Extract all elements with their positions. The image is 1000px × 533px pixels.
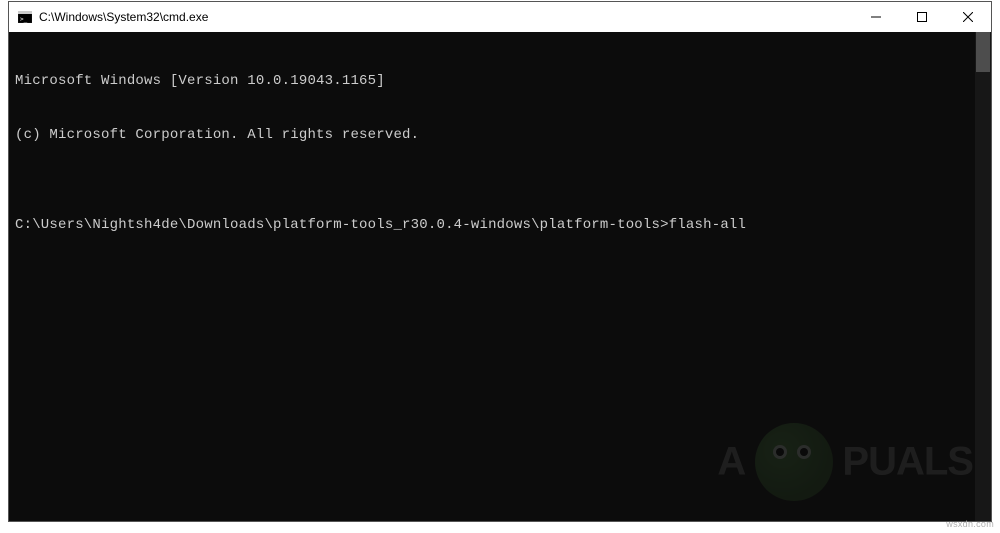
output-line: Microsoft Windows [Version 10.0.19043.11…	[15, 72, 969, 90]
cmd-window: >_ C:\Windows\System32\cmd.exe Microsoft…	[8, 1, 992, 522]
prompt-path: C:\Users\Nightsh4de\Downloads\platform-t…	[15, 217, 669, 233]
window-title: C:\Windows\System32\cmd.exe	[39, 10, 208, 24]
maximize-button[interactable]	[899, 2, 945, 32]
titlebar[interactable]: >_ C:\Windows\System32\cmd.exe	[9, 2, 991, 32]
prompt-line: C:\Users\Nightsh4de\Downloads\platform-t…	[15, 216, 969, 234]
output-line: (c) Microsoft Corporation. All rights re…	[15, 126, 969, 144]
scroll-thumb[interactable]	[976, 32, 990, 72]
command-input[interactable]: flash-all	[669, 217, 746, 233]
window-controls	[853, 2, 991, 32]
attribution-text: wsxdn.com	[946, 519, 994, 529]
svg-text:>_: >_	[20, 16, 28, 23]
minimize-button[interactable]	[853, 2, 899, 32]
cmd-icon: >_	[17, 9, 33, 25]
close-button[interactable]	[945, 2, 991, 32]
terminal-area: Microsoft Windows [Version 10.0.19043.11…	[9, 32, 991, 521]
titlebar-left: >_ C:\Windows\System32\cmd.exe	[9, 9, 208, 25]
terminal-output[interactable]: Microsoft Windows [Version 10.0.19043.11…	[9, 32, 975, 521]
vertical-scrollbar[interactable]	[975, 32, 991, 521]
